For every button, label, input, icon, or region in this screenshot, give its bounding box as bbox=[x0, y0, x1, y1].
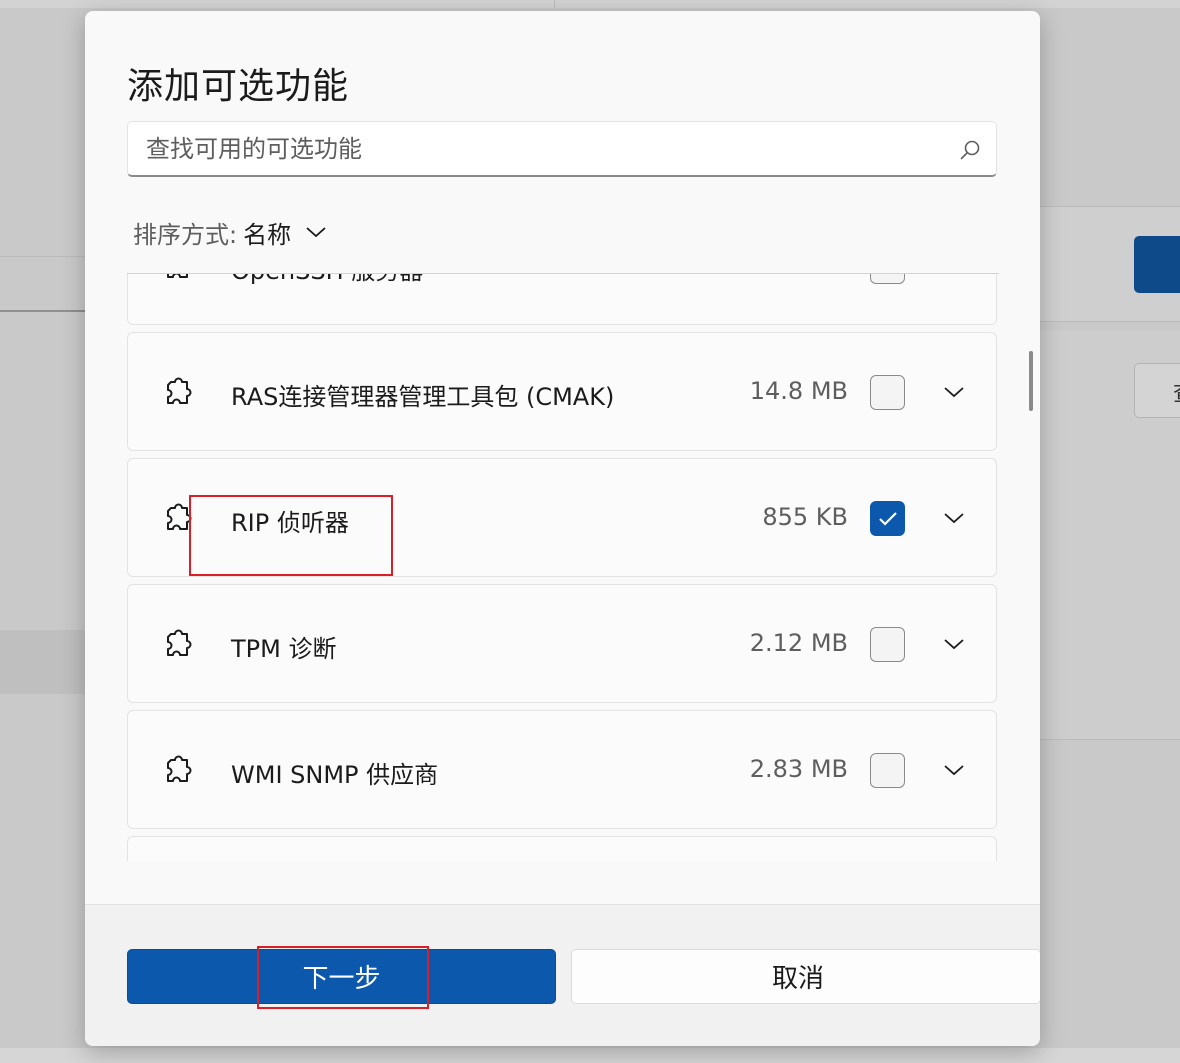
search-icon[interactable] bbox=[958, 138, 982, 162]
feature-list[interactable]: OpenSSH 服务器 1.33 MB RAS连接管理器管理工具包 (CMAK)… bbox=[127, 273, 999, 861]
feature-size: 2.83 MB bbox=[749, 755, 848, 783]
feature-size: 855 KB bbox=[762, 503, 848, 531]
feature-size: 1.33 MB bbox=[750, 274, 848, 279]
background-divider bbox=[0, 310, 85, 312]
sort-label: 排序方式: bbox=[133, 220, 238, 249]
background-button-label: 查 bbox=[1173, 382, 1180, 407]
feature-name: RAS连接管理器管理工具包 (CMAK) bbox=[231, 383, 615, 411]
feature-checkbox[interactable] bbox=[870, 753, 905, 788]
feature-checkbox[interactable] bbox=[870, 501, 905, 536]
feature-checkbox[interactable] bbox=[870, 375, 905, 410]
feature-name: TPM 诊断 bbox=[231, 635, 337, 663]
background-panel bbox=[1040, 748, 1180, 1048]
scrollbar-thumb[interactable] bbox=[1029, 351, 1033, 411]
feature-card[interactable]: RAS连接管理器管理工具包 (CMAK) 14.8 MB bbox=[127, 332, 997, 451]
background-divider bbox=[0, 256, 85, 257]
feature-size: 14.8 MB bbox=[749, 377, 848, 405]
background-divider bbox=[554, 0, 555, 8]
feature-checkbox[interactable] bbox=[870, 627, 905, 662]
background-primary-button bbox=[1134, 236, 1180, 293]
puzzle-piece-icon bbox=[167, 377, 192, 404]
next-button[interactable]: 下一步 bbox=[127, 949, 556, 1004]
background-window-strip bbox=[0, 1048, 1180, 1063]
background-window-strip bbox=[0, 0, 1180, 8]
checkmark-icon bbox=[879, 512, 897, 526]
search-box[interactable] bbox=[127, 121, 997, 177]
chevron-down-icon[interactable] bbox=[943, 763, 965, 777]
puzzle-piece-icon bbox=[167, 755, 192, 782]
sort-value[interactable]: 名称 bbox=[243, 215, 291, 250]
chevron-down-icon[interactable] bbox=[943, 385, 965, 399]
chevron-down-icon[interactable] bbox=[943, 637, 965, 651]
chevron-down-icon[interactable] bbox=[305, 225, 327, 239]
feature-card-partial[interactable] bbox=[127, 836, 997, 861]
puzzle-piece-icon bbox=[167, 503, 192, 530]
puzzle-piece-icon bbox=[167, 629, 192, 656]
feature-size: 2.12 MB bbox=[749, 629, 848, 657]
background-selected-row bbox=[0, 630, 85, 694]
feature-checkbox[interactable] bbox=[870, 274, 905, 284]
add-optional-feature-dialog: 添加可选功能 排序方式: 名称 OpenSSH 服务器 1.33 MB RAS连… bbox=[85, 11, 1040, 1046]
feature-list-content: OpenSSH 服务器 1.33 MB RAS连接管理器管理工具包 (CMAK)… bbox=[127, 274, 999, 861]
feature-name: OpenSSH 服务器 bbox=[231, 274, 423, 286]
feature-card[interactable]: OpenSSH 服务器 1.33 MB bbox=[127, 274, 997, 325]
cancel-button[interactable]: 取消 bbox=[571, 949, 1040, 1004]
feature-name: WMI SNMP 供应商 bbox=[231, 761, 439, 789]
chevron-down-icon[interactable] bbox=[943, 511, 965, 525]
dialog-title: 添加可选功能 bbox=[127, 66, 350, 107]
sort-dropdown[interactable]: 排序方式: 名称 bbox=[133, 215, 327, 250]
feature-card[interactable]: TPM 诊断 2.12 MB bbox=[127, 584, 997, 703]
feature-card[interactable]: WMI SNMP 供应商 2.83 MB bbox=[127, 710, 997, 829]
puzzle-piece-icon bbox=[167, 274, 188, 278]
feature-name: RIP 侦听器 bbox=[231, 509, 349, 537]
search-input[interactable] bbox=[128, 122, 996, 175]
background-secondary-button: 查 bbox=[1134, 363, 1180, 418]
dialog-footer: 下一步 取消 bbox=[85, 904, 1040, 1046]
feature-card[interactable]: RIP 侦听器 855 KB bbox=[127, 458, 997, 577]
